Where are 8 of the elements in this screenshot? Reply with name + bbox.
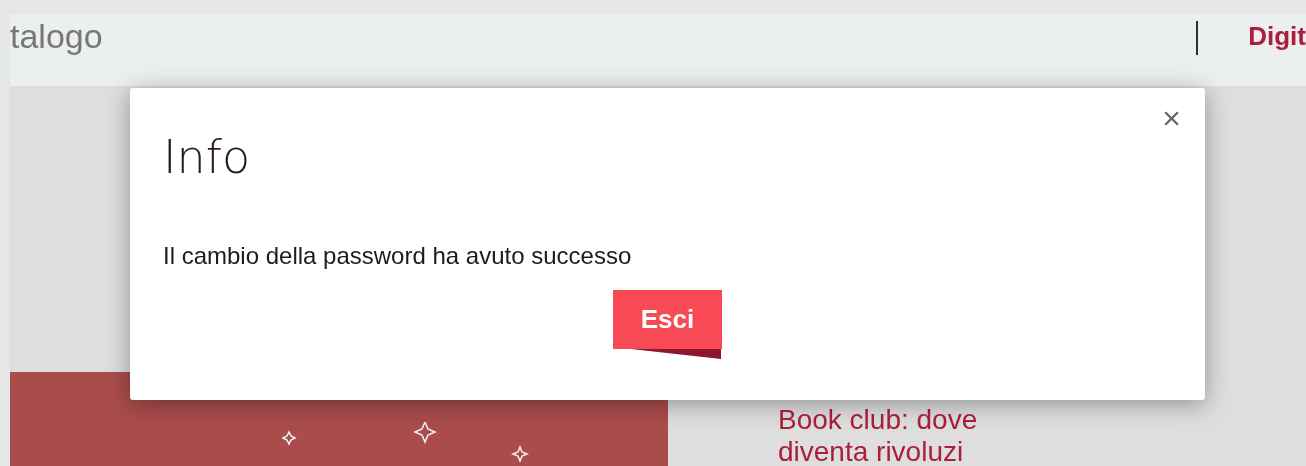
dialog-title: Info <box>163 130 252 184</box>
exit-button[interactable]: Esci <box>612 290 723 349</box>
nav-link[interactable]: talogo <box>10 16 103 56</box>
headline: diventa rivoluzi <box>778 436 965 466</box>
close-button[interactable]: × <box>1158 102 1185 134</box>
headline: Book club: dove <box>778 404 979 436</box>
dialog-message: Il cambio della password ha avuto successo <box>163 242 633 270</box>
brand-link[interactable]: Digit <box>1248 20 1306 52</box>
